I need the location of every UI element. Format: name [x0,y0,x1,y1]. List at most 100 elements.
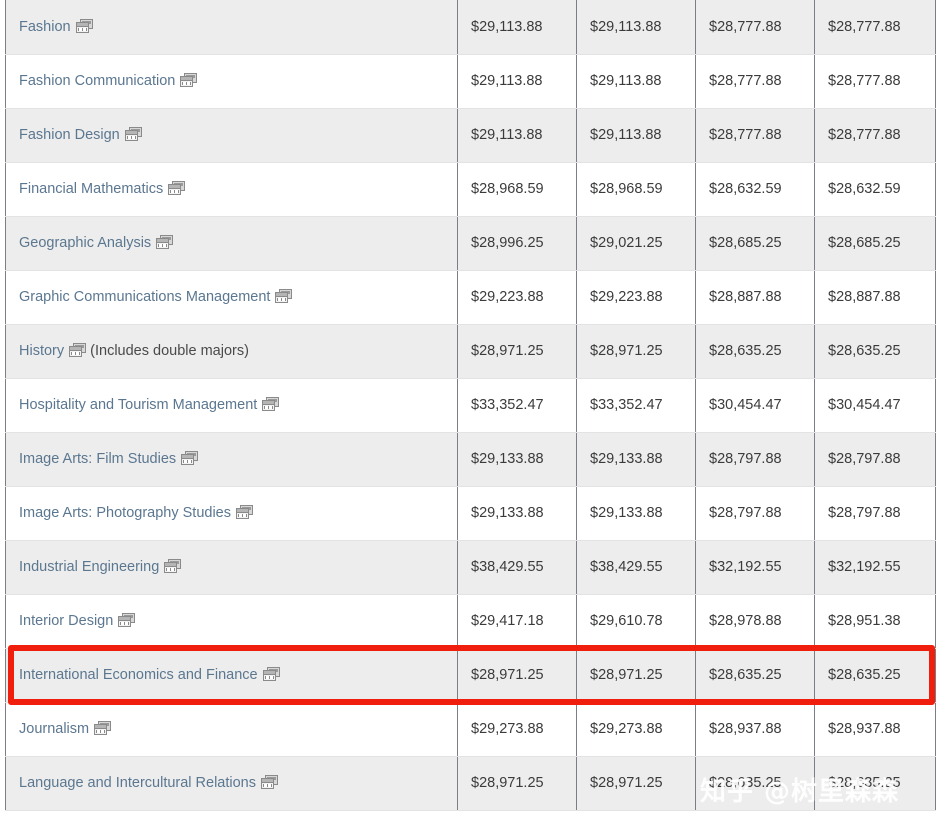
program-link[interactable]: Financial Mathematics [19,181,163,197]
program-link[interactable]: Fashion Communication [19,73,175,89]
table-row: Industrial Engineering $38,429.55 $38,429.… [5,540,936,595]
fee-cell: $30,454.47 [814,378,936,433]
program-name-cell: Interior Design [5,594,458,649]
fee-cell: $29,133.88 [457,486,577,541]
fee-cell: $29,113.88 [457,108,577,163]
program-note: (Includes double majors) [90,342,249,359]
program-link[interactable]: Industrial Engineering [19,559,159,575]
compare-programs-icon[interactable] [118,612,136,627]
fee-cell: $28,777.88 [695,0,815,55]
fee-cell: $29,223.88 [576,270,696,325]
table-row: Image Arts: Film Studies $29,133.88 $29,13… [5,432,936,487]
table-row: Language and Intercultural Relations $28,… [5,756,936,811]
program-link[interactable]: Fashion Design [19,127,120,143]
fee-cell: $28,777.88 [814,108,936,163]
compare-programs-icon[interactable] [262,396,280,411]
fee-cell: $29,417.18 [457,594,577,649]
program-link[interactable]: Language and Intercultural Relations [19,775,256,791]
fee-cell: $28,951.38 [814,594,936,649]
fee-cell: $32,192.55 [695,540,815,595]
table-row: Fashion Design $29,113.88 $29,113.88 $28,77… [5,108,936,163]
fee-cell: $38,429.55 [576,540,696,595]
fee-cell: $28,777.88 [814,0,936,55]
fee-cell: $33,352.47 [457,378,577,433]
fee-cell: $29,273.88 [576,702,696,757]
program-link[interactable]: Graphic Communications Management [19,289,270,305]
compare-programs-icon[interactable] [261,774,278,789]
fee-cell: $28,968.59 [457,162,577,217]
program-name-cell: Industrial Engineering [5,540,458,595]
fee-cell: $28,937.88 [695,702,815,757]
compare-programs-icon[interactable] [69,342,87,357]
fee-cell: $28,797.88 [695,432,815,487]
fee-cell: $28,971.25 [457,648,577,703]
compare-programs-icon[interactable] [124,126,142,141]
program-name-cell: Image Arts: Film Studies [5,432,458,487]
compare-programs-icon[interactable] [75,18,93,33]
program-link[interactable]: Journalism [19,721,89,737]
program-name-cell: History (Includes double majors) [5,324,458,379]
fee-cell: $28,797.88 [814,486,936,541]
program-name-cell: International Economics and Finance [5,648,458,703]
program-name-cell: Hospitality and Tourism Management [5,378,458,433]
program-link[interactable]: Image Arts: Photography Studies [19,505,231,521]
fee-cell: $28,971.25 [576,324,696,379]
fee-cell: $29,113.88 [576,108,696,163]
fee-cell: $28,635.25 [695,756,815,811]
program-link[interactable]: Image Arts: Film Studies [19,451,176,467]
tuition-fees-table: Fashion $29,113.88 $29,113.88 $28,777.88 $28… [5,0,936,811]
program-name-cell: Fashion Design [5,108,458,163]
program-name-cell: Image Arts: Photography Studies [5,486,458,541]
program-link[interactable]: Hospitality and Tourism Management [19,397,257,413]
fee-cell: $28,971.25 [457,756,577,811]
table-row: Image Arts: Photography Studies $29,133.8… [5,486,936,541]
compare-programs-icon[interactable] [156,234,174,249]
fee-cell: $28,797.88 [695,486,815,541]
program-link[interactable]: Geographic Analysis [19,235,151,251]
compare-programs-icon[interactable] [275,288,293,303]
fee-cell: $29,133.88 [576,432,696,487]
program-name-cell: Fashion [5,0,458,55]
compare-programs-icon[interactable] [180,72,198,87]
fee-cell: $29,113.88 [457,54,577,109]
program-name-cell: Graphic Communications Management [5,270,458,325]
program-name-cell: Fashion Communication [5,54,458,109]
table-row: Journalism $29,273.88 $29,273.88 $28,937.88… [5,702,936,757]
compare-programs-icon[interactable] [164,558,182,573]
compare-programs-icon[interactable] [181,450,199,465]
fee-cell: $28,632.59 [695,162,815,217]
table-row: History (Includes double majors) $28,971.… [5,324,936,379]
table-row: Financial Mathematics $28,968.59 $28,968.5… [5,162,936,217]
fee-cell: $28,632.59 [814,162,936,217]
program-link[interactable]: International Economics and Finance [19,667,258,683]
fee-cell: $28,635.25 [814,324,936,379]
fee-cell: $28,968.59 [576,162,696,217]
tuition-table-container: Fashion $29,113.88 $29,113.88 $28,777.88 $28… [5,0,936,818]
fee-cell: $33,352.47 [576,378,696,433]
fee-cell: $28,996.25 [457,216,577,271]
fee-cell: $29,113.88 [457,0,577,55]
program-name-cell: Financial Mathematics [5,162,458,217]
fee-cell: $28,937.88 [814,702,936,757]
fee-cell: $28,887.88 [695,270,815,325]
compare-programs-icon[interactable] [236,504,253,519]
compare-programs-icon[interactable] [262,666,280,681]
program-name-cell: Geographic Analysis [5,216,458,271]
table-row: Fashion $29,113.88 $29,113.88 $28,777.88 $28… [5,0,936,55]
fee-cell: $32,192.55 [814,540,936,595]
program-link[interactable]: Interior Design [19,613,113,629]
table-row: Interior Design $29,417.18 $29,610.78 $28,9… [5,594,936,649]
program-link[interactable]: History [19,343,64,359]
fee-cell: $28,971.25 [576,648,696,703]
fee-cell: $29,113.88 [576,54,696,109]
table-row: Graphic Communications Management $29,223… [5,270,936,325]
table-row: Fashion Communication $29,113.88 $29,113.8… [5,54,936,109]
fee-cell: $28,685.25 [814,216,936,271]
fee-cell: $29,610.78 [576,594,696,649]
fee-cell: $38,429.55 [457,540,577,595]
fee-cell: $28,635.25 [695,324,815,379]
compare-programs-icon[interactable] [94,720,112,735]
compare-programs-icon[interactable] [168,180,186,195]
fee-cell: $28,685.25 [695,216,815,271]
program-link[interactable]: Fashion [19,19,71,35]
